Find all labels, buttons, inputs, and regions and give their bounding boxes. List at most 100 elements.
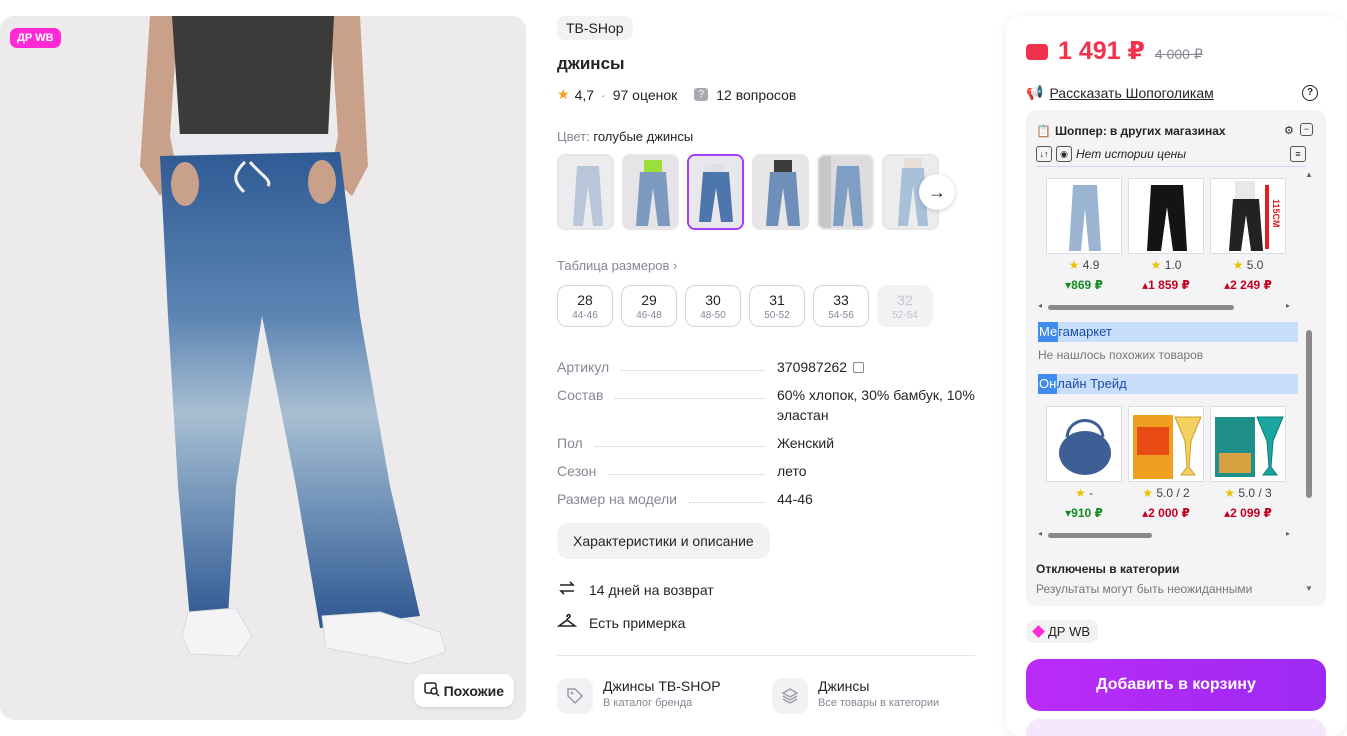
brand-link[interactable]: TB-SHop — [557, 16, 633, 40]
product-thumb — [1210, 406, 1286, 482]
dr-wb-chip[interactable]: ДР WB — [1026, 620, 1099, 643]
thumbs-next-button[interactable]: → — [919, 174, 955, 210]
spec-dots — [621, 357, 765, 371]
shopper-product[interactable]: ★ 4.9 ▾869 ₽ — [1046, 178, 1122, 292]
add-to-cart-button[interactable]: Добавить в корзину — [1026, 659, 1326, 711]
shopper-product[interactable]: ★ 5.0 / 3 ▴2 099 ₽ — [1210, 406, 1286, 520]
size-table-link[interactable]: Таблица размеров › — [557, 258, 975, 273]
size-option[interactable]: 29 46-48 — [621, 285, 677, 327]
spec-value: 60% хлопок, 30% бамбук, 10% эластан — [777, 387, 975, 423]
divider — [557, 655, 975, 656]
product-thumb — [1046, 406, 1122, 482]
star-icon: ★ — [557, 86, 570, 102]
spec-key: Пол — [557, 435, 583, 451]
color-thumb-selected[interactable] — [687, 154, 744, 230]
product-rating: 5.0 / 3 — [1238, 486, 1272, 500]
share-link[interactable]: Рассказать Шопоголикам — [1049, 85, 1302, 101]
return-text: 14 дней на возврат — [589, 581, 714, 598]
arrow-right-icon: → — [928, 181, 946, 202]
current-price: 1 491 ₽ — [1058, 37, 1145, 65]
rating-value[interactable]: 4,7 — [575, 87, 594, 103]
settings-icon[interactable]: ⚙ — [1284, 124, 1294, 137]
size-option[interactable]: 30 48-50 — [685, 285, 741, 327]
spec-dots — [615, 385, 765, 399]
size-number: 31 — [769, 292, 785, 308]
shopper-product[interactable]: ★ - ▾910 ₽ — [1046, 406, 1122, 520]
product-thumb — [1046, 178, 1122, 254]
brand-catalog-link[interactable]: Джинсы TB-SHOP В каталог бренда — [557, 678, 757, 714]
reviews-link[interactable]: 97 оценок — [613, 87, 678, 103]
star-icon: ★ — [1068, 258, 1080, 272]
size-option[interactable]: 33 54-56 — [813, 285, 869, 327]
price-row: 1 491 ₽ 4 000 ₽ — [1026, 36, 1203, 66]
characteristics-button[interactable]: Характеристики и описание — [557, 523, 770, 559]
scrollbar-thumb[interactable] — [1048, 533, 1152, 538]
share-row: 📢 Рассказать Шопоголикам ? — [1026, 84, 1318, 101]
no-history-text: Нет истории цены — [1076, 147, 1187, 161]
scroll-up-icon[interactable]: ▲ — [1305, 170, 1313, 179]
scroll-right-icon[interactable]: ▸ — [1286, 529, 1290, 538]
star-icon: ★ — [1150, 258, 1162, 272]
shopper-product[interactable]: ★ 5.0 / 2 ▴2 000 ₽ — [1128, 406, 1204, 520]
spec-value: лето — [777, 463, 807, 479]
spec-key: Состав — [557, 387, 604, 403]
similar-button[interactable]: Похожие — [413, 674, 514, 707]
store-online-trade[interactable]: Онлайн Трейд — [1038, 374, 1298, 394]
shopper-product[interactable]: ★ 1.0 ▴1 859 ₽ — [1128, 178, 1204, 292]
horizontal-scrollbar[interactable]: ◂ ▸ — [1038, 529, 1294, 538]
product-thumb — [1128, 406, 1204, 482]
size-tag: 115CM — [1271, 199, 1281, 228]
scrollbar-thumb[interactable] — [1048, 305, 1234, 310]
category-links: Джинсы TB-SHOP В каталог бренда Джинсы В… — [557, 678, 975, 714]
spec-value: 44-46 — [777, 491, 813, 507]
size-range: 44-46 — [572, 310, 598, 321]
scroll-left-icon[interactable]: ◂ — [1038, 301, 1042, 310]
scroll-left-icon[interactable]: ◂ — [1038, 529, 1042, 538]
clipboard-icon: 📋 — [1036, 124, 1051, 138]
eye-icon[interactable]: ◉ — [1056, 146, 1072, 162]
size-option[interactable]: 31 50-52 — [749, 285, 805, 327]
sort-icon[interactable]: ↓↑ — [1036, 146, 1052, 162]
product-photo[interactable]: ДР WB Похожие — [0, 16, 526, 720]
spec-dots — [608, 461, 765, 475]
price-history-row: ↓↑ ◉ Нет истории цены ≡ — [1036, 146, 1306, 167]
color-label: Цвет: — [557, 129, 590, 144]
size-number: 33 — [833, 292, 849, 308]
layers-icon — [772, 678, 808, 714]
copy-icon[interactable] — [853, 362, 865, 373]
scrollbar-thumb[interactable] — [1306, 330, 1312, 498]
shopper-scrollbar[interactable]: ▲ ▼ — [1305, 170, 1313, 594]
dr-chip-label: ДР WB — [1048, 624, 1091, 639]
color-thumbnails: → — [557, 154, 975, 230]
product-rating: - — [1089, 486, 1094, 500]
star-icon: ★ — [1142, 486, 1154, 500]
hanger-icon — [556, 612, 578, 633]
spec-row: Артикул 370987262 — [557, 357, 975, 377]
shopper-product[interactable]: 115CM ★ 5.0 ▴2 249 ₽ — [1210, 178, 1286, 292]
size-table-label: Таблица размеров — [557, 258, 670, 273]
color-thumb[interactable] — [752, 154, 809, 230]
wallet-icon — [1026, 44, 1048, 60]
list-icon[interactable]: ≡ — [1290, 146, 1306, 162]
help-icon[interactable]: ? — [1302, 84, 1318, 101]
product-price: 2 099 ₽ — [1230, 506, 1272, 520]
scroll-right-icon[interactable]: ▸ — [1286, 301, 1290, 310]
store-highlight: Он — [1038, 374, 1058, 394]
tag-icon — [557, 678, 593, 714]
color-thumb[interactable] — [622, 154, 679, 230]
color-thumb[interactable] — [817, 154, 874, 230]
size-option[interactable]: 28 44-46 — [557, 285, 613, 327]
spec-key: Артикул — [557, 359, 610, 375]
category-link[interactable]: Джинсы Все товары в категории — [772, 678, 972, 714]
scroll-down-icon[interactable]: ▼ — [1305, 584, 1313, 593]
store-megamarket[interactable]: Мегамаркет — [1038, 322, 1298, 342]
questions-link[interactable]: 12 вопросов — [716, 87, 796, 103]
disabled-subtitle: Результаты могут быть неожиданными — [1036, 582, 1253, 596]
collapse-icon[interactable]: − — [1300, 123, 1313, 136]
buy-now-button[interactable] — [1026, 719, 1326, 736]
product-rating: 4.9 — [1082, 258, 1100, 272]
star-icon: ★ — [1224, 486, 1236, 500]
horizontal-scrollbar[interactable]: ◂ ▸ — [1038, 301, 1294, 310]
color-value: голубые джинсы — [593, 129, 694, 144]
color-thumb[interactable] — [557, 154, 614, 230]
